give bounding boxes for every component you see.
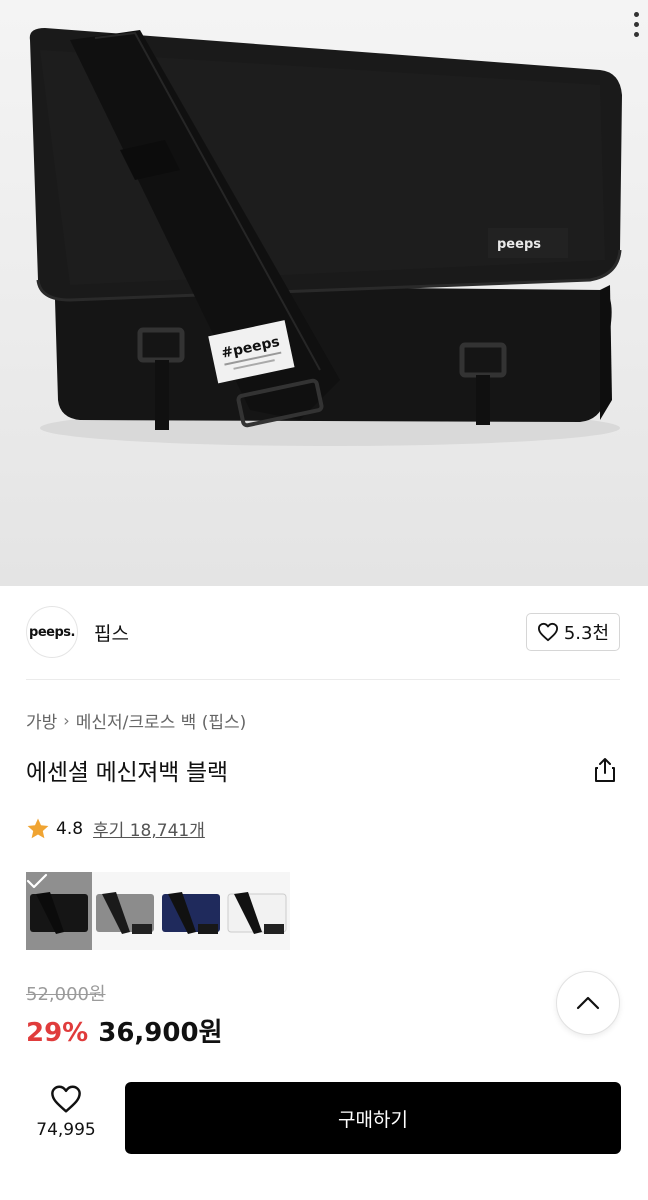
brand-row: peeps. 핍스 5.3천 <box>26 606 620 658</box>
bag-thumbnail <box>96 892 154 934</box>
brand-like-button[interactable]: 5.3천 <box>525 613 620 651</box>
color-option-navy[interactable] <box>158 872 224 950</box>
heart-icon <box>537 622 558 642</box>
rating-score: 4.8 <box>56 818 84 839</box>
brand-name[interactable]: 핍스 <box>94 619 129 646</box>
title-row: 에센셜 메신져백 블랙 <box>26 752 620 788</box>
color-option-black[interactable] <box>26 872 92 950</box>
scroll-to-top-button[interactable] <box>556 971 620 1035</box>
share-icon <box>595 758 615 782</box>
more-options-icon[interactable] <box>624 0 648 48</box>
chevron-right-icon: › <box>63 711 70 730</box>
bottom-action-bar: 74,995 구매하기 <box>0 1064 648 1200</box>
rating-row: 4.8 후기 18,741개 <box>26 816 205 841</box>
divider <box>26 679 620 680</box>
color-option-gray[interactable] <box>92 872 158 950</box>
heart-icon <box>51 1085 81 1113</box>
breadcrumb: 가방 › 메신저/크로스 백 (핍스) <box>26 708 246 733</box>
wishlist-count: 74,995 <box>36 1120 96 1140</box>
sale-price: 36,900원 <box>98 1018 223 1048</box>
discount-rate: 29% <box>26 1018 89 1048</box>
share-button[interactable] <box>590 755 620 785</box>
breadcrumb-subcategory[interactable]: 메신저/크로스 백 (핍스) <box>76 708 247 733</box>
product-title: 에센셜 메신져백 블랙 <box>26 760 228 786</box>
brand-like-count: 5.3천 <box>563 623 609 644</box>
wishlist-button[interactable]: 74,995 <box>26 1084 106 1150</box>
color-option-white[interactable] <box>224 872 290 950</box>
messenger-bag-illustration: #peeps peeps <box>29 28 622 446</box>
star-icon <box>27 818 49 838</box>
original-price: 52,000원 <box>26 984 106 1005</box>
brand-logo[interactable]: peeps. <box>26 606 78 658</box>
svg-text:peeps: peeps <box>497 237 541 252</box>
chevron-up-icon <box>576 996 600 1010</box>
breadcrumb-category[interactable]: 가방 <box>26 708 57 733</box>
bag-thumbnail <box>162 892 220 934</box>
product-image[interactable]: #peeps peeps <box>0 0 648 586</box>
price-row: 29% 36,900원 <box>26 1012 223 1049</box>
buy-button[interactable]: 구매하기 <box>125 1082 621 1154</box>
color-options <box>26 872 290 950</box>
check-icon <box>26 872 92 950</box>
review-count-link[interactable]: 후기 18,741개 <box>93 816 205 841</box>
bag-thumbnail <box>227 892 287 934</box>
